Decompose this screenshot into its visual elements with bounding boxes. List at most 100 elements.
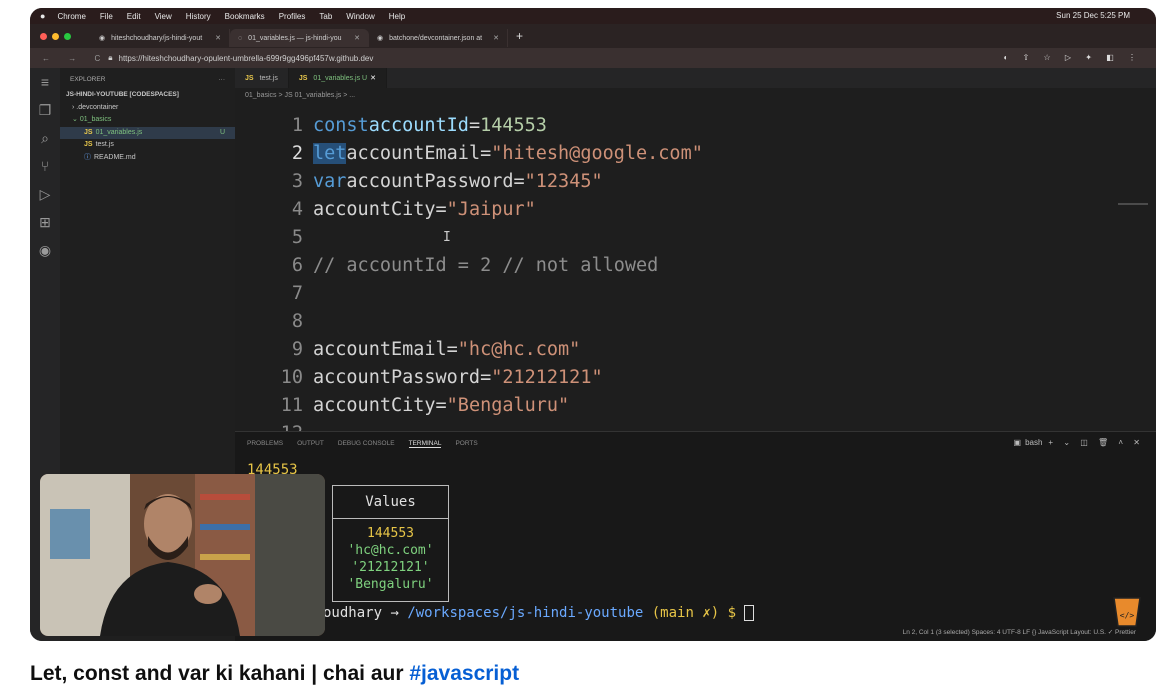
status-bar: Ln 2, Col 1 (3 selected) Spaces: 4 UTF-8… bbox=[235, 623, 1156, 641]
close-window-button[interactable] bbox=[40, 32, 47, 40]
file-test-js[interactable]: JS test.js bbox=[60, 139, 235, 152]
operator: = bbox=[435, 394, 447, 416]
video-title[interactable]: Let, const and var ki kahani | chai aur … bbox=[30, 662, 519, 686]
panel-actions[interactable]: ▣bash + ⌄ ◫ 🗑︎ ˄ ✕ bbox=[1014, 438, 1145, 447]
panel-tabs: PROBLEMS OUTPUT DEBUG CONSOLE TERMINAL P… bbox=[247, 440, 478, 448]
menu-help[interactable]: Help bbox=[389, 12, 405, 21]
line-number: 4 bbox=[291, 198, 303, 220]
browser-toolbar-icons[interactable]: ◐ ⇧ ☆ ▷ ✦ ◧ ⋮ bbox=[1004, 53, 1142, 62]
source-control-icon[interactable]: ⑂ bbox=[30, 158, 60, 180]
value: "Jaipur" bbox=[446, 198, 536, 220]
editor-tab-label: 01_variables.js U bbox=[313, 74, 368, 82]
value: "12345" bbox=[524, 170, 603, 192]
folder-devcontainer[interactable]: › .devcontainer bbox=[60, 102, 235, 115]
prompt-branch: (main ✗) $ bbox=[643, 605, 745, 621]
close-tab-icon[interactable]: ✕ bbox=[370, 74, 376, 82]
keyword: var bbox=[313, 170, 347, 192]
editor-tab-test-js[interactable]: JS test.js bbox=[235, 68, 289, 88]
code-line: 7 bbox=[235, 279, 313, 307]
terminal-prompt[interactable]: oudhary → /workspaces/js-hindi-youtube (… bbox=[323, 605, 755, 621]
code-line: 10 accountPassword = "21212121" bbox=[235, 363, 603, 391]
new-tab-button[interactable]: + bbox=[516, 29, 523, 43]
line-number: 5 bbox=[291, 226, 303, 248]
run-debug-icon[interactable]: ▷ bbox=[30, 186, 60, 208]
tab-ports[interactable]: PORTS bbox=[455, 440, 477, 448]
search-icon[interactable]: ⌕ bbox=[30, 130, 60, 152]
extensions-icon[interactable]: ⊞ bbox=[30, 214, 60, 236]
menu-view[interactable]: View bbox=[155, 12, 172, 21]
browser-tab[interactable]: ◉ batchone/devcontainer.json at ✕ bbox=[369, 29, 508, 47]
tab-terminal[interactable]: TERMINAL bbox=[408, 440, 442, 448]
video-frame[interactable]: ● Chrome File Edit View History Bookmark… bbox=[30, 8, 1156, 641]
menu-file[interactable]: File bbox=[100, 12, 113, 21]
file-01-variables[interactable]: JS 01_variables.js U bbox=[60, 126, 235, 139]
menu-window[interactable]: Window bbox=[346, 12, 374, 21]
table-header: Values bbox=[333, 486, 448, 519]
status-items[interactable]: Ln 2, Col 1 (3 selected) Spaces: 4 UTF-8… bbox=[903, 628, 1136, 636]
explorer-title: EXPLORER bbox=[70, 76, 106, 83]
hashtag-link[interactable]: #javascript bbox=[409, 662, 519, 685]
tab-problems[interactable]: PROBLEMS bbox=[247, 440, 283, 448]
editor-tab-01-variables[interactable]: JS 01_variables.js U ✕ bbox=[288, 68, 387, 88]
code-editor[interactable]: 1 const accountId = 144553 2 let accountEm… bbox=[235, 103, 1156, 431]
github-icon: ◉ bbox=[99, 35, 106, 42]
code-line: 3 var accountPassword = "12345" bbox=[235, 167, 603, 195]
code-line: 12 bbox=[235, 419, 313, 432]
line-number: 10 bbox=[280, 366, 303, 388]
value: "Bengaluru" bbox=[446, 394, 570, 416]
apple-icon[interactable]: ● bbox=[40, 11, 45, 21]
value: "21212121" bbox=[491, 366, 603, 388]
menu-icon[interactable]: ≡ bbox=[30, 74, 60, 96]
tab-output[interactable]: OUTPUT bbox=[297, 440, 324, 448]
prompt-user: oudhary bbox=[323, 605, 383, 621]
codespace-icon: ◌ bbox=[238, 34, 243, 42]
operator: = bbox=[468, 114, 481, 136]
terminal-cursor bbox=[744, 605, 755, 621]
browser-tab-active[interactable]: ◌ 01_variables.js — js-hindi-you ✕ bbox=[230, 29, 369, 47]
nav-buttons[interactable]: ← → C bbox=[42, 54, 108, 63]
code-line: 11 accountCity = "Bengaluru" bbox=[235, 391, 569, 419]
menu-profiles[interactable]: Profiles bbox=[279, 12, 306, 21]
value: "hc@hc.com" bbox=[457, 338, 581, 360]
code-line: 6 // accountId = 2 // not allowed bbox=[235, 251, 658, 279]
identifier: accountPassword bbox=[346, 170, 514, 192]
line-number: 6 bbox=[291, 254, 303, 276]
code-line: 2 let accountEmail = "hitesh@google.com" bbox=[235, 139, 703, 167]
github-icon[interactable]: ◉ bbox=[30, 242, 60, 264]
svg-text:</>: </> bbox=[1120, 611, 1135, 620]
minimap[interactable] bbox=[1118, 203, 1148, 225]
menu-bookmarks[interactable]: Bookmarks bbox=[225, 12, 265, 21]
text-cursor-icon: I bbox=[443, 229, 451, 245]
workspace-root[interactable]: JS-HINDI-YOUTUBE [CODESPACES] bbox=[60, 89, 235, 102]
url-field[interactable]: https://hiteshchoudhary-opulent-umbrella… bbox=[119, 54, 374, 63]
menu-history[interactable]: History bbox=[186, 12, 211, 21]
bottom-panel: PROBLEMS OUTPUT DEBUG CONSOLE TERMINAL P… bbox=[235, 431, 1156, 624]
js-file-icon: JS bbox=[84, 141, 93, 148]
browser-tab[interactable]: ◉ hiteshchoudhary/js-hindi-yout ✕ bbox=[91, 29, 230, 47]
minimize-window-button[interactable] bbox=[52, 32, 59, 40]
more-actions-icon[interactable]: ··· bbox=[219, 76, 226, 83]
untracked-badge: U bbox=[219, 128, 225, 136]
breadcrumb[interactable]: 01_basics > JS 01_variables.js > ... bbox=[245, 92, 355, 99]
file-readme[interactable]: ⓘ README.md bbox=[60, 152, 235, 165]
browser-tab-title: 01_variables.js — js-hindi-you bbox=[248, 34, 342, 42]
prompt-arrow: → bbox=[382, 605, 408, 621]
menu-tab[interactable]: Tab bbox=[319, 12, 332, 21]
menubar-datetime: Sun 25 Dec 5:25 PM bbox=[1056, 11, 1130, 20]
keyword-selected: let bbox=[313, 142, 347, 164]
file-label: README.md bbox=[94, 153, 136, 161]
menu-chrome[interactable]: Chrome bbox=[57, 12, 85, 21]
operator: = bbox=[480, 366, 492, 388]
browser-tab-strip: ◉ hiteshchoudhary/js-hindi-yout ✕ ◌ 01_vari… bbox=[30, 24, 1156, 48]
line-number: 8 bbox=[291, 310, 303, 332]
close-tab-icon[interactable]: ✕ bbox=[493, 34, 499, 42]
close-tab-icon[interactable]: ✕ bbox=[215, 34, 221, 42]
file-label: 01_variables.js bbox=[95, 128, 143, 136]
folder-01-basics[interactable]: ⌄ 01_basics bbox=[60, 114, 235, 127]
close-tab-icon[interactable]: ✕ bbox=[354, 34, 360, 42]
tab-debug-console[interactable]: DEBUG CONSOLE bbox=[338, 440, 395, 448]
editor-tab-label: test.js bbox=[259, 74, 278, 82]
menu-edit[interactable]: Edit bbox=[127, 12, 141, 21]
files-icon[interactable]: ❐ bbox=[30, 102, 60, 124]
zoom-window-button[interactable] bbox=[64, 32, 71, 40]
